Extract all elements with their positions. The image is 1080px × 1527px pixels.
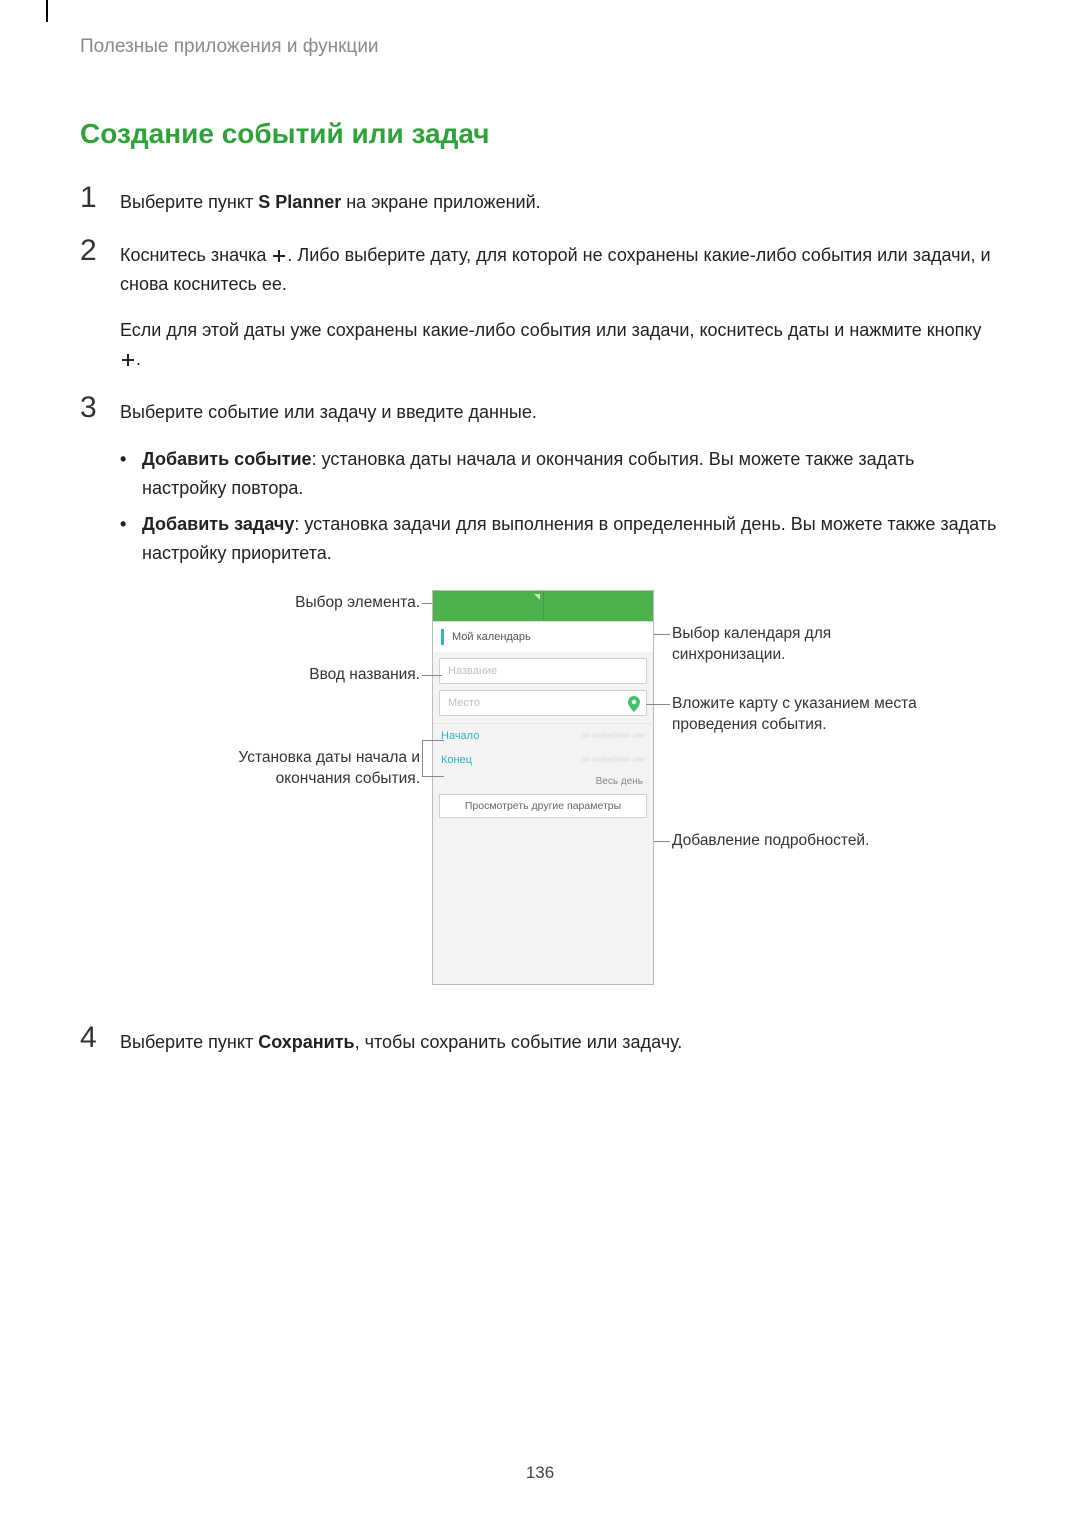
section-heading: Создание событий или задач [80,118,1000,150]
text: Выберите пункт [120,192,258,212]
leader-line [422,603,432,604]
blurred-value: ▪▪ ▪▪/▪▪/▪▪▪▪ ▪▪▪ [582,730,645,742]
text: Установка даты начала и [238,749,420,766]
title-input[interactable]: Название [439,658,647,684]
plus-icon [271,245,287,265]
text: окончания события. [276,770,420,787]
text: проведения события. [672,716,827,733]
start-date-row[interactable]: Начало ▪▪ ▪▪/▪▪/▪▪▪▪ ▪▪▪ [433,723,653,748]
text: на экране приложений. [341,192,540,212]
text: Если для этой даты уже сохранены какие-л… [120,320,981,340]
callout-add-details: Добавление подробностей. [672,832,992,850]
leader-line [654,841,670,842]
step-number: 1 [80,182,116,214]
leader-line [422,675,442,676]
text-bold: S Planner [258,192,341,212]
calendar-selector[interactable]: Мой календарь [433,621,653,652]
step-4: 4 Выберите пункт Сохранить, чтобы сохран… [80,1022,1000,1057]
text: Коснитесь значка [120,245,271,265]
step-3: 3 Выберите событие или задачу и введите … [80,392,1000,427]
step-body: Выберите событие или задачу и введите да… [120,392,1000,427]
end-date-row[interactable]: Конец ▪▪ ▪▪/▪▪/▪▪▪▪ ▪▪▪ [433,748,653,772]
callout-choose-calendar: Выбор календаря для синхронизации. [672,624,992,666]
label: Начало [441,730,479,742]
text: Выбор календаря для [672,625,831,642]
step-body: Коснитесь значка . Либо выберите дату, д… [120,235,1000,299]
leader-line [654,634,670,635]
step-body: Выберите пункт Сохранить, чтобы сохранит… [120,1022,1000,1057]
step-number: 2 [80,235,116,267]
calendar-color-bar [441,629,444,645]
text: , чтобы сохранить событие или задачу. [355,1032,683,1052]
annotated-screenshot: Мой календарь Название Место Начало ▪▪ ▪… [80,590,1000,1008]
tab-task[interactable] [544,591,654,621]
callout-enter-title: Ввод названия. [170,666,420,684]
text: синхронизации. [672,646,785,663]
text: Вложите карту с указанием места [672,695,917,712]
tab-event[interactable] [433,591,544,621]
all-day-toggle[interactable]: Весь день [433,772,653,791]
bullet-item: • Добавить событие: установка даты начал… [120,445,1000,503]
bullet-label: Добавить событие [142,449,312,469]
location-input[interactable]: Место [439,690,647,716]
callout-set-dates: Установка даты начала и окончания событи… [130,748,420,790]
leader-line [422,776,444,777]
callout-select-element: Выбор элемента. [170,594,420,612]
leader-line [422,740,444,741]
more-params-button[interactable]: Просмотреть другие параметры [439,794,647,818]
phone-mockup: Мой календарь Название Место Начало ▪▪ ▪… [432,590,654,985]
bullet-marker: • [120,510,142,568]
step-body: Выберите пункт S Planner на экране прило… [120,182,1000,217]
bullet-label: Добавить задачу [142,514,294,534]
step-2: 2 Коснитесь значка . Либо выберите дату,… [80,235,1000,299]
label: Конец [441,754,472,766]
plus-icon [120,349,136,369]
page-number: 136 [0,1463,1080,1483]
placeholder-text: Место [448,697,480,709]
chapter-title: Полезные приложения и функции [80,36,1000,58]
step-1: 1 Выберите пункт S Planner на экране при… [80,182,1000,217]
leader-line [646,704,670,705]
text: Выберите пункт [120,1032,258,1052]
bullet-item: • Добавить задачу: установка задачи для … [120,510,1000,568]
step-number: 3 [80,392,116,424]
blurred-value: ▪▪ ▪▪/▪▪/▪▪▪▪ ▪▪▪ [582,754,645,766]
step-number: 4 [80,1022,116,1054]
step-2-note: Если для этой даты уже сохранены какие-л… [120,316,1000,374]
tab-row[interactable] [433,591,653,621]
calendar-name: Мой календарь [452,631,531,643]
text-bold: Сохранить [258,1032,354,1052]
bullet-list: • Добавить событие: установка даты начал… [120,445,1000,568]
text: . [136,349,141,369]
bullet-marker: • [120,445,142,503]
leader-line [422,740,423,776]
placeholder-text: Название [448,665,497,677]
callout-attach-map: Вложите карту с указанием места проведен… [672,694,1012,736]
